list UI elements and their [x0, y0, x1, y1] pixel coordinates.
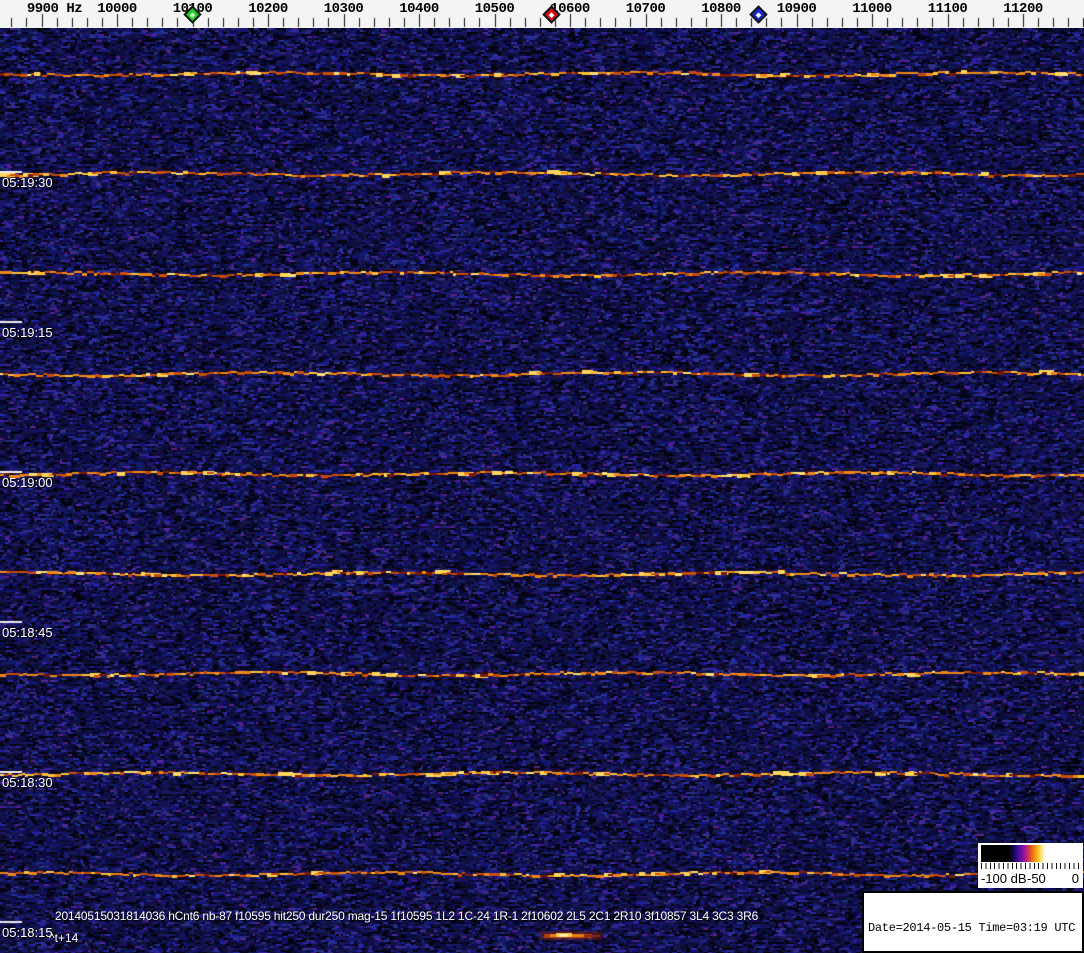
detection-string: 20140515031814036 hCnt6 nb-87 f10595 hit… — [55, 909, 759, 923]
db-min-label: -100 dB — [981, 871, 1027, 886]
marker-green-core — [189, 11, 196, 18]
freq-tick-label: 10500 — [474, 1, 515, 17]
frequency-ruler[interactable]: 9900 Hz100001010010200103001040010500106… — [0, 0, 1084, 28]
freq-tick-label: 11100 — [927, 1, 968, 17]
db-scale-ticks — [981, 863, 1080, 869]
time-label: 05:19:00 — [2, 475, 53, 490]
marker-red-core — [548, 11, 554, 18]
freq-tick-label: 10700 — [625, 1, 666, 17]
freq-tick-label: 11000 — [852, 1, 892, 17]
cursor-note: ^t+14 — [49, 931, 79, 945]
time-label: 05:18:45 — [2, 625, 53, 640]
freq-tick-label: 10400 — [399, 1, 439, 17]
db-color-scale: -100 dB -50 0 — [978, 843, 1083, 888]
info-date-time: Date=2014-05-15 Time=03:19 UTC — [868, 921, 1076, 935]
db-mid-label: -50 — [1027, 871, 1046, 886]
freq-tick-label: 10300 — [323, 1, 364, 17]
freq-tick-label: 10200 — [248, 1, 288, 17]
time-label: 05:19:15 — [2, 325, 53, 340]
marker-blue-core — [755, 11, 762, 18]
spectrogram-app: 9900 Hz100001010010200103001040010500106… — [0, 0, 1084, 953]
freq-tick-label: 10800 — [701, 1, 741, 17]
freq-tick-label: 11200 — [1003, 1, 1043, 17]
station-info-box: Date=2014-05-15 Time=03:19 UTC Freq=143 … — [862, 891, 1084, 953]
db-max-label: 0 — [1071, 871, 1079, 886]
spectrogram-waterfall[interactable] — [0, 28, 1084, 953]
time-label: 05:19:30 — [2, 175, 53, 190]
time-label: 05:18:15 — [2, 925, 53, 940]
db-gradient-bar — [981, 845, 1080, 862]
db-scale-labels: -100 dB -50 0 — [978, 870, 1083, 887]
time-label: 05:18:30 — [2, 775, 53, 790]
freq-tick-label: 10900 — [776, 1, 817, 17]
freq-tick-label: 10000 — [97, 1, 137, 17]
freq-tick-label: 9900 Hz — [26, 1, 83, 17]
